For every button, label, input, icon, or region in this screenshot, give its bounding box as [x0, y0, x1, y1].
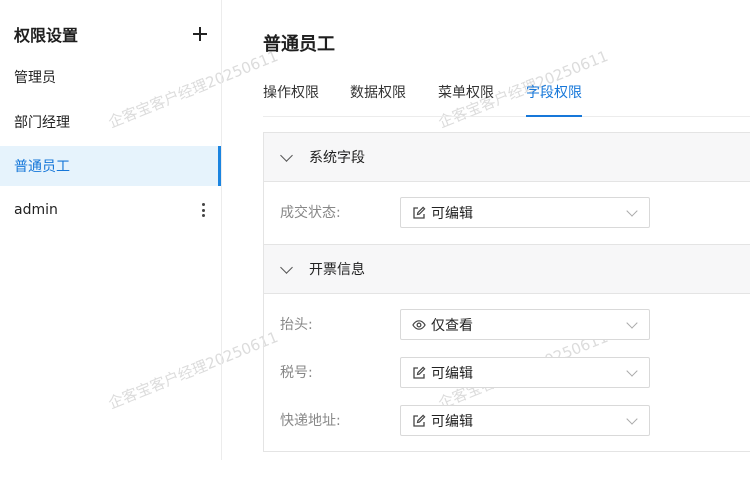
sidebar-item-label: 普通员工 [14, 159, 70, 175]
tab-menu-permission[interactable]: 菜单权限 [438, 84, 494, 115]
section-header-system-fields[interactable]: 系统字段 [264, 133, 750, 182]
sidebar-item-label: admin [14, 202, 58, 218]
eye-icon [412, 318, 426, 332]
permission-select[interactable]: 可编辑 [400, 357, 650, 388]
field-row-delivery-address: 快递地址: 可编辑 [264, 397, 750, 445]
edit-icon [412, 414, 426, 428]
sidebar-title: 权限设置 [14, 26, 79, 45]
edit-icon [412, 366, 426, 380]
field-label: 税号: [280, 365, 313, 381]
sidebar-item-employee[interactable]: 普通员工 [0, 146, 221, 186]
permission-select[interactable]: 仅查看 [400, 309, 650, 340]
sidebar: 权限设置 管理员 部门经理 普通员工 admin [0, 0, 222, 460]
chevron-down-icon [626, 205, 638, 217]
sidebar-item-label: 管理员 [14, 70, 56, 86]
chevron-down-icon [626, 365, 638, 377]
chevron-down-icon [280, 260, 293, 274]
field-row-deal-status: 成交状态: 可编辑 [264, 189, 750, 237]
permission-value: 可编辑 [431, 413, 473, 430]
tab-bar: 操作权限 数据权限 菜单权限 字段权限 [263, 84, 750, 117]
section-title: 系统字段 [309, 150, 365, 166]
plus-icon[interactable] [193, 27, 207, 41]
section-title: 开票信息 [309, 262, 365, 278]
section-header-invoice-info[interactable]: 开票信息 [264, 244, 750, 294]
permission-select[interactable]: 可编辑 [400, 197, 650, 228]
chevron-down-icon [626, 317, 638, 329]
field-permission-panel: 系统字段 成交状态: 可编辑 开票信息 抬头: 仅查看 税号: 可编辑 快递地址… [263, 132, 750, 452]
permission-select[interactable]: 可编辑 [400, 405, 650, 436]
tab-data-permission[interactable]: 数据权限 [350, 84, 406, 115]
edit-icon [412, 206, 426, 220]
more-vertical-icon[interactable] [201, 203, 205, 217]
tab-operation-permission[interactable]: 操作权限 [263, 84, 319, 115]
field-label: 快递地址: [280, 413, 341, 429]
sidebar-item-label: 部门经理 [14, 115, 70, 131]
sidebar-header: 权限设置 [14, 23, 207, 45]
field-row-invoice-title: 抬头: 仅查看 [264, 301, 750, 349]
page-title: 普通员工 [263, 34, 335, 55]
chevron-down-icon [280, 148, 293, 162]
sidebar-item-admin[interactable]: admin [0, 190, 221, 230]
chevron-down-icon [626, 413, 638, 425]
field-row-tax-number: 税号: 可编辑 [264, 349, 750, 397]
field-label: 成交状态: [280, 205, 341, 221]
tab-field-permission[interactable]: 字段权限 [526, 84, 582, 117]
permission-value: 仅查看 [431, 317, 473, 334]
sidebar-item-admin-role[interactable]: 管理员 [0, 57, 221, 97]
sidebar-item-dept-manager[interactable]: 部门经理 [0, 102, 221, 142]
permission-value: 可编辑 [431, 365, 473, 382]
field-label: 抬头: [280, 317, 313, 333]
permission-value: 可编辑 [431, 205, 473, 222]
